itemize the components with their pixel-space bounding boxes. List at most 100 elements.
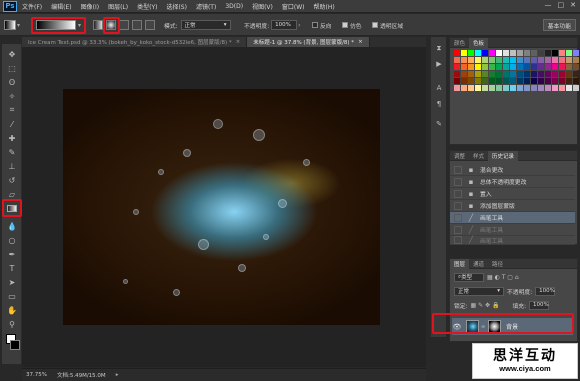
color-swatch[interactable] [538, 64, 544, 70]
color-swatch[interactable] [552, 71, 558, 77]
workspace-button[interactable]: 基本功能 [542, 19, 576, 31]
tab-styles[interactable]: 样式 [469, 151, 488, 161]
color-swatch[interactable] [475, 85, 481, 91]
color-swatch[interactable] [545, 50, 551, 56]
menu-image[interactable]: 图像(I) [81, 2, 99, 11]
path-selection-tool-icon[interactable]: ➤ [6, 276, 18, 288]
color-swatch[interactable] [503, 78, 509, 84]
color-swatch[interactable] [475, 78, 481, 84]
tab-paths[interactable]: 路径 [488, 259, 507, 269]
color-swatch[interactable] [566, 78, 572, 84]
opacity-input[interactable]: 100% [271, 20, 298, 30]
color-swatch[interactable] [552, 64, 558, 70]
color-swatch[interactable] [468, 57, 474, 63]
color-swatch[interactable] [566, 64, 572, 70]
tool-preset-picker[interactable]: ▾ [4, 18, 20, 32]
angle-gradient-button[interactable] [119, 20, 129, 30]
color-swatch[interactable] [496, 78, 502, 84]
move-tool-icon[interactable]: ✥ [6, 48, 18, 60]
color-swatch[interactable] [510, 78, 516, 84]
color-swatch[interactable] [573, 64, 579, 70]
zoom-level[interactable]: 37.75% [26, 372, 47, 378]
tab-ice-cream-text[interactable]: Ice Cream Text.psd @ 33.3% (bokeh_by_kok… [22, 37, 248, 47]
tab-channels[interactable]: 通道 [469, 259, 488, 269]
tab-swatches[interactable]: 色板 [469, 37, 489, 48]
fill-input[interactable]: 100% [529, 300, 550, 310]
color-swatch[interactable] [489, 85, 495, 91]
marquee-tool-icon[interactable]: ⬚ [6, 62, 18, 74]
color-swatch[interactable] [517, 64, 523, 70]
minimize-button[interactable]: — [545, 1, 552, 9]
history-snapshot-box[interactable] [454, 201, 462, 210]
color-swatch[interactable] [545, 78, 551, 84]
color-swatch[interactable] [538, 78, 544, 84]
color-swatch[interactable] [489, 71, 495, 77]
history-item[interactable]: ▪ 置入 [450, 188, 575, 200]
reverse-checkbox[interactable] [312, 22, 318, 28]
color-swatch[interactable] [461, 57, 467, 63]
color-swatch[interactable] [573, 78, 579, 84]
linear-gradient-button[interactable] [93, 20, 103, 30]
menu-edit[interactable]: 编辑(E) [51, 2, 71, 11]
color-swatch[interactable] [496, 71, 502, 77]
color-swatch[interactable] [503, 64, 509, 70]
color-swatch[interactable] [489, 64, 495, 70]
history-snapshot-box[interactable] [454, 213, 462, 222]
color-swatch[interactable] [517, 57, 523, 63]
lasso-tool-icon[interactable]: ʘ [6, 76, 18, 88]
color-swatch[interactable] [524, 64, 530, 70]
lock-icons[interactable]: ▦ ✎ ✥ 🔒 [471, 302, 500, 309]
history-brush-tool-icon[interactable]: ↺ [6, 174, 18, 186]
color-swatch[interactable] [559, 64, 565, 70]
color-swatch[interactable] [573, 57, 579, 63]
color-swatch[interactable] [566, 85, 572, 91]
color-swatch[interactable] [524, 85, 530, 91]
maximize-button[interactable]: □ [558, 1, 565, 9]
color-swatch[interactable] [482, 57, 488, 63]
color-swatch[interactable] [496, 57, 502, 63]
color-swatch[interactable] [531, 57, 537, 63]
color-swatch[interactable] [538, 57, 544, 63]
close-window-button[interactable]: ✕ [570, 1, 576, 9]
color-swatch[interactable] [559, 57, 565, 63]
tab-adjustments[interactable]: 调整 [450, 151, 469, 161]
color-swatch[interactable] [468, 78, 474, 84]
menu-select[interactable]: 选择(S) [166, 2, 187, 11]
color-swatch[interactable] [545, 64, 551, 70]
color-swatch[interactable] [482, 64, 488, 70]
tab-untitled-1[interactable]: 未标题-1 @ 37.8% (背景, 图层蒙版/8) * × [247, 37, 370, 47]
color-swatch[interactable] [524, 78, 530, 84]
color-swatch[interactable] [566, 71, 572, 77]
color-swatch[interactable] [468, 64, 474, 70]
layer-kind-filter[interactable]: ⌕ 类型 [454, 272, 484, 282]
close-icon[interactable]: × [236, 39, 241, 45]
color-swatch[interactable] [566, 50, 572, 56]
color-swatch[interactable] [538, 71, 544, 77]
color-swatch[interactable] [545, 85, 551, 91]
menu-view[interactable]: 视图(V) [252, 2, 273, 11]
history-item-current[interactable]: ╱ 画笔工具 [450, 212, 575, 224]
color-swatch[interactable] [531, 64, 537, 70]
diamond-gradient-button[interactable] [145, 20, 155, 30]
character-icon[interactable]: A [434, 83, 444, 93]
color-swatch[interactable] [475, 71, 481, 77]
color-swatch[interactable] [454, 85, 460, 91]
menu-filter[interactable]: 滤镜(T) [196, 2, 216, 11]
color-swatch[interactable] [538, 50, 544, 56]
clone-stamp-tool-icon[interactable]: ⊥ [6, 160, 18, 172]
blur-tool-icon[interactable]: 💧 [6, 220, 18, 232]
color-swatch[interactable] [475, 50, 481, 56]
mode-select[interactable]: 正常 ▾ [180, 20, 231, 30]
shape-tool-icon[interactable]: ▭ [6, 290, 18, 302]
color-swatch[interactable] [552, 57, 558, 63]
color-swatch[interactable] [517, 50, 523, 56]
color-swatch[interactable] [510, 71, 516, 77]
color-swatch[interactable] [489, 50, 495, 56]
color-swatch[interactable] [496, 64, 502, 70]
color-swatch[interactable] [482, 50, 488, 56]
history-snapshot-box[interactable] [454, 165, 462, 174]
color-swatch[interactable] [461, 64, 467, 70]
color-swatch[interactable] [545, 71, 551, 77]
background-color-swatch[interactable] [10, 340, 20, 350]
color-swatch[interactable] [496, 85, 502, 91]
